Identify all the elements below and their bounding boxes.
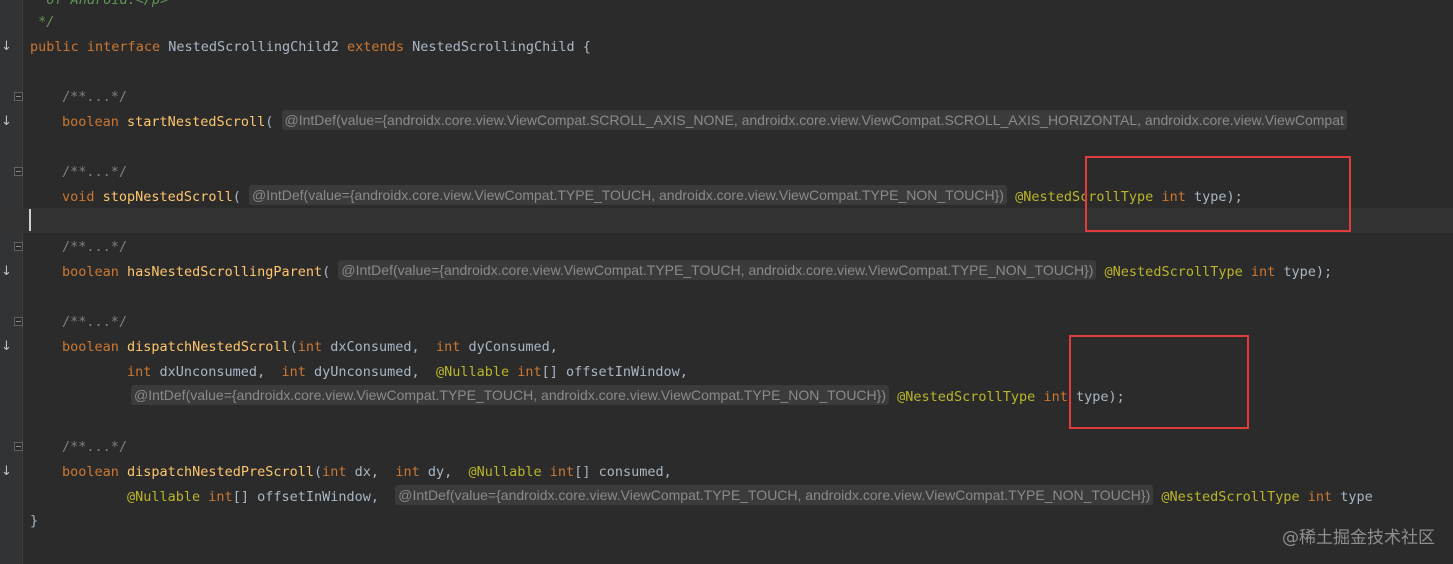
paren: ( — [232, 189, 241, 205]
keyword: extends — [347, 39, 404, 55]
paren: ( — [289, 339, 298, 355]
param-tail: type); — [1283, 264, 1333, 280]
method-name: dispatchNestedScroll — [127, 339, 290, 355]
keyword: int — [1307, 489, 1333, 505]
code-line: } — [0, 509, 1453, 534]
paren: ( — [313, 464, 323, 480]
paren: ( — [322, 264, 331, 280]
param: dy, — [427, 464, 453, 480]
parameter-inlay-hint[interactable]: @IntDef(value={androidx.core.view.ViewCo… — [281, 110, 1347, 130]
code-line: @Nullable int[] offsetInWindow, @IntDef(… — [0, 485, 1453, 510]
return-type: boolean — [62, 464, 119, 480]
param-tail: type — [1340, 489, 1373, 505]
code-line: /**...*/ — [0, 235, 1453, 260]
annotation: @Nullable — [435, 364, 510, 380]
parameter-inlay-hint[interactable]: @IntDef(value={androidx.core.view.ViewCo… — [338, 260, 1097, 280]
keyword: int — [322, 464, 347, 480]
keyword: int — [208, 489, 233, 505]
open-brace: { — [582, 39, 591, 55]
method-name: dispatchNestedPreScroll — [127, 464, 314, 480]
code-editor[interactable]: * of Android.</p> */ ↓ public interface … — [0, 0, 1453, 564]
parameter-inlay-hint[interactable]: @IntDef(value={androidx.core.view.ViewCo… — [131, 385, 889, 405]
annotation: @NestedScrollType — [897, 389, 1036, 405]
interface-name: NestedScrollingChild2 — [168, 39, 339, 55]
highlight-box — [1085, 156, 1351, 232]
keyword: int — [435, 339, 461, 355]
param: dyConsumed, — [468, 339, 558, 355]
param: dxUnconsumed, — [159, 364, 266, 380]
highlight-box — [1069, 335, 1249, 429]
return-type: boolean — [62, 264, 119, 280]
close-brace: } — [30, 513, 39, 529]
param: [] offsetInWindow, — [541, 364, 688, 380]
keyword: int — [395, 464, 420, 480]
code-line: /**...*/ — [0, 310, 1453, 335]
annotation: @NestedScrollType — [1161, 489, 1300, 505]
folded-doc-comment[interactable]: /**...*/ — [62, 85, 127, 110]
doc-comment-end: */ — [30, 14, 55, 30]
folded-doc-comment[interactable]: /**...*/ — [62, 235, 127, 260]
keyword: int — [517, 364, 542, 380]
code-line: */ — [0, 10, 1453, 35]
paren: ( — [265, 114, 274, 130]
keyword: int — [1250, 264, 1276, 280]
code-line: /**...*/ — [0, 85, 1453, 110]
param: [] consumed, — [574, 464, 672, 480]
folded-doc-comment[interactable]: /**...*/ — [62, 160, 127, 185]
parameter-inlay-hint[interactable]: @IntDef(value={androidx.core.view.ViewCo… — [248, 185, 1007, 205]
return-type: void — [62, 189, 95, 205]
param: dyUnconsumed, — [314, 364, 420, 380]
code-line: /**...*/ — [0, 435, 1453, 460]
folded-doc-comment[interactable]: /**...*/ — [62, 310, 127, 335]
keyword: int — [1043, 389, 1068, 405]
code-line-dispatch-nested-pre-scroll: boolean dispatchNestedPreScroll(int dx, … — [0, 460, 1453, 485]
return-type: boolean — [62, 114, 119, 130]
annotation: @Nullable — [127, 489, 201, 505]
keyword: interface — [86, 39, 161, 55]
keyword: int — [127, 364, 152, 380]
text-caret — [29, 209, 31, 231]
method-name: hasNestedScrollingParent — [127, 264, 323, 280]
annotation: @NestedScrollType — [1104, 264, 1243, 280]
parent-interface: NestedScrollingChild — [412, 39, 575, 55]
parameter-inlay-hint[interactable]: @IntDef(value={androidx.core.view.ViewCo… — [395, 485, 1154, 505]
param: dxConsumed, — [330, 339, 420, 355]
annotation: @Nullable — [468, 464, 542, 480]
keyword: int — [281, 364, 306, 380]
code-line-interface: public interface NestedScrollingChild2 e… — [0, 35, 1453, 60]
return-type: boolean — [62, 339, 119, 355]
keyword: public — [30, 39, 79, 55]
method-name: startNestedScroll — [127, 114, 266, 130]
code-line-start-nested-scroll: boolean startNestedScroll( @IntDef(value… — [0, 110, 1453, 135]
param: dx, — [354, 464, 380, 480]
param: [] offsetInWindow, — [232, 489, 379, 505]
code-line-has-nested-scrolling-parent: boolean hasNestedScrollingParent( @IntDe… — [0, 260, 1453, 285]
method-name: stopNestedScroll — [102, 189, 233, 205]
keyword: int — [549, 464, 575, 480]
keyword: int — [297, 339, 323, 355]
watermark: @稀土掘金技术社区 — [1282, 528, 1435, 548]
folded-doc-comment[interactable]: /**...*/ — [62, 435, 127, 460]
